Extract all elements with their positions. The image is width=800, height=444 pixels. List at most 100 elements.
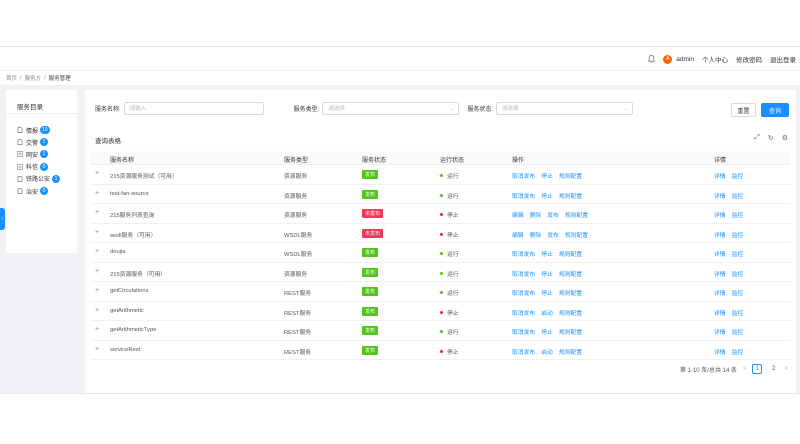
catalog-item[interactable]: 科信 0 (17, 161, 77, 173)
row-operations: 编辑 删除 发布 规则配置 (512, 210, 588, 219)
details-link[interactable]: 详情 (714, 347, 726, 356)
row-operations: 取消发布 停止 规则配置 (512, 171, 582, 180)
operation-link[interactable]: 发布 (547, 210, 559, 219)
operation-link[interactable]: 发布 (547, 230, 559, 239)
operation-link[interactable]: 停止 (541, 327, 553, 336)
service-name-input[interactable]: 请输入 (123, 101, 264, 115)
expand-row-icon[interactable]: + (95, 346, 99, 353)
prev-page-button[interactable]: < (743, 366, 747, 372)
expand-row-icon[interactable]: + (95, 268, 99, 275)
reset-button[interactable]: 重置 (731, 103, 756, 117)
row-operations: 取消发布 停止 规则配置 (512, 191, 582, 200)
fullscreen-icon[interactable]: ⤢ (754, 134, 760, 142)
page-2-button[interactable]: 2 (768, 364, 778, 374)
monitor-link[interactable]: 监控 (732, 191, 744, 200)
run-status: 运行 (440, 171, 459, 180)
breadcrumb-home[interactable]: 首页 (6, 74, 17, 82)
details-link[interactable]: 详情 (714, 288, 726, 297)
personal-center-link[interactable]: 个人中心 (702, 54, 728, 64)
operation-link[interactable]: 删除 (530, 210, 542, 219)
catalog-item[interactable]: 交警 2 (17, 136, 77, 148)
run-status: 停止 (440, 210, 459, 219)
expand-row-icon[interactable]: + (95, 170, 99, 177)
next-page-button[interactable]: > (784, 366, 788, 372)
operation-link[interactable]: 停止 (541, 288, 553, 297)
operation-link[interactable]: 规则配置 (559, 308, 582, 317)
details-link[interactable]: 详情 (714, 327, 726, 336)
query-button[interactable]: 查询 (761, 103, 789, 117)
bell-icon[interactable] (648, 55, 656, 63)
operation-link[interactable]: 规则配置 (559, 171, 582, 180)
operation-link[interactable]: 规则配置 (559, 269, 582, 278)
expand-row-icon[interactable]: + (95, 326, 99, 333)
operation-link[interactable]: 停止 (541, 249, 553, 258)
monitor-link[interactable]: 监控 (732, 327, 744, 336)
monitor-link[interactable]: 监控 (732, 171, 744, 180)
refresh-icon[interactable]: ↻ (768, 134, 774, 142)
username[interactable]: admin (676, 56, 694, 63)
operation-link[interactable]: 启动 (541, 347, 553, 356)
operation-link[interactable]: 取消发布 (512, 191, 535, 200)
operation-link[interactable]: 规则配置 (565, 210, 588, 219)
plus-square-icon[interactable] (17, 151, 23, 158)
operation-link[interactable]: 取消发布 (512, 308, 535, 317)
operation-link[interactable]: 停止 (541, 191, 553, 200)
service-type-select[interactable]: 请选择 ⌄ (322, 101, 460, 115)
page-1-button[interactable]: 1 (752, 364, 763, 374)
details-link[interactable]: 详情 (714, 230, 726, 239)
expand-row-icon[interactable]: + (95, 287, 99, 294)
operation-link[interactable]: 取消发布 (512, 269, 535, 278)
plus-square-icon[interactable] (17, 163, 23, 170)
service-status-select[interactable]: 请选择 ⌄ (496, 101, 634, 115)
operation-link[interactable]: 删除 (530, 230, 542, 239)
details-link[interactable]: 详情 (714, 171, 726, 180)
operation-link[interactable]: 规则配置 (559, 288, 582, 297)
operation-link[interactable]: 启动 (541, 308, 553, 317)
monitor-link[interactable]: 监控 (732, 347, 744, 356)
monitor-link[interactable]: 监控 (732, 269, 744, 278)
operation-link[interactable]: 停止 (541, 171, 553, 180)
operation-link[interactable]: 规则配置 (559, 327, 582, 336)
operation-link[interactable]: 取消发布 (512, 288, 535, 297)
monitor-link[interactable]: 监控 (732, 308, 744, 317)
details-link[interactable]: 详情 (714, 210, 726, 219)
operation-link[interactable]: 取消发布 (512, 171, 535, 180)
catalog-item[interactable]: 情报 10 (17, 124, 77, 136)
operation-link[interactable]: 取消发布 (512, 327, 535, 336)
catalog-item[interactable]: 治安 0 (17, 185, 77, 197)
logout-link[interactable]: 退出登录 (770, 54, 796, 64)
operation-link[interactable]: 规则配置 (559, 191, 582, 200)
operation-link[interactable]: 编辑 (512, 230, 524, 239)
row-details: 详情 监控 (714, 347, 743, 356)
change-password-link[interactable]: 修改密码 (736, 54, 762, 64)
sidebar-collapse-handle[interactable]: ‹ (0, 208, 5, 230)
details-link[interactable]: 详情 (714, 191, 726, 200)
expand-row-icon[interactable]: + (95, 248, 99, 255)
expand-row-icon[interactable]: + (95, 307, 99, 314)
operation-link[interactable]: 编辑 (512, 210, 524, 219)
row-details: 详情 监控 (714, 308, 743, 317)
monitor-link[interactable]: 监控 (732, 288, 744, 297)
operation-link[interactable]: 取消发布 (512, 347, 535, 356)
catalog-item[interactable]: 铁路公安 1 (17, 173, 77, 185)
gear-icon[interactable]: ⚙ (782, 134, 788, 142)
expand-row-icon[interactable]: + (95, 190, 99, 197)
details-link[interactable]: 详情 (714, 308, 726, 317)
operation-link[interactable]: 规则配置 (559, 347, 582, 356)
expand-row-icon[interactable]: + (95, 229, 99, 236)
operation-link[interactable]: 规则配置 (559, 249, 582, 258)
avatar[interactable]: A (663, 54, 673, 64)
operation-link[interactable]: 停止 (541, 269, 553, 278)
expand-row-icon[interactable]: + (95, 209, 99, 216)
catalog-item[interactable]: 网安 1 (17, 148, 77, 160)
monitor-link[interactable]: 监控 (732, 230, 744, 239)
details-link[interactable]: 详情 (714, 249, 726, 258)
details-link[interactable]: 详情 (714, 269, 726, 278)
file-icon (17, 139, 23, 146)
operation-link[interactable]: 取消发布 (512, 249, 535, 258)
monitor-link[interactable]: 监控 (732, 249, 744, 258)
service-type: REST服务 (284, 291, 312, 297)
monitor-link[interactable]: 监控 (732, 210, 744, 219)
operation-link[interactable]: 规则配置 (565, 230, 588, 239)
breadcrumb-provider[interactable]: 服务方 (25, 74, 42, 82)
